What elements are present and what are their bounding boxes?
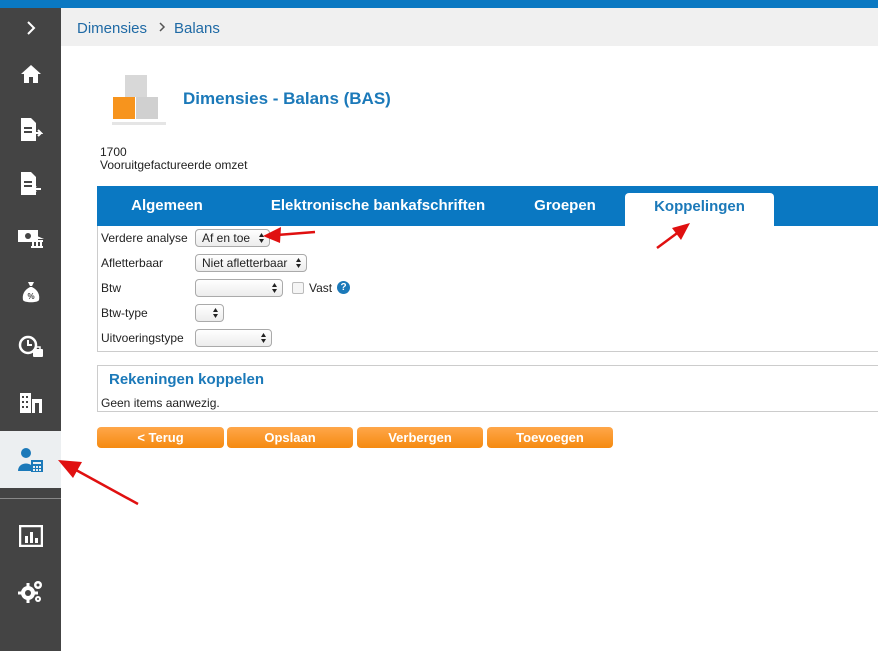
sidebar-item-time[interactable] (0, 321, 61, 373)
uitvoeringstype-select[interactable] (195, 329, 272, 347)
tab-bar: Algemeen Elektronische bankafschriften G… (97, 186, 878, 226)
sidebar-expand-button[interactable] (0, 8, 61, 48)
back-button[interactable]: < Terug (97, 427, 224, 448)
rekeningen-koppelen-title: Rekeningen koppelen (109, 371, 265, 388)
vast-checkbox[interactable] (292, 282, 304, 294)
page-title: Dimensies - Balans (BAS) (183, 89, 391, 108)
verdere-analyse-label: Verdere analyse (101, 231, 188, 245)
verdere-analyse-value: Af en toe (202, 231, 251, 245)
sidebar-item-bank[interactable] (0, 212, 61, 264)
sidebar-item-relations[interactable] (0, 377, 61, 429)
clock-briefcase-icon (18, 335, 43, 357)
empty-state-text: Geen items aanwezig. (101, 396, 220, 410)
btw-select[interactable] (195, 279, 283, 297)
breadcrumb-item-dimensies[interactable]: Dimensies (77, 20, 147, 37)
report-chart-icon (18, 525, 43, 547)
sidebar-item-sales[interactable] (0, 104, 61, 156)
select-arrows-icon (272, 283, 277, 293)
bank-money-icon (17, 230, 44, 248)
sidebar-item-taxes[interactable]: % (0, 266, 61, 318)
chevron-right-icon (26, 21, 35, 35)
account-name: Vooruitgefactureerde omzet (100, 158, 248, 172)
svg-text:%: % (27, 292, 34, 301)
btw-type-label: Btw-type (101, 306, 148, 320)
afletterbaar-label: Afletterbaar (101, 256, 164, 270)
select-arrows-icon (213, 308, 218, 318)
hide-button[interactable]: Verbergen (357, 427, 483, 448)
money-bag-icon: % (22, 282, 39, 303)
vast-label: Vast (309, 281, 333, 295)
sidebar-item-purchases[interactable] (0, 158, 61, 210)
sidebar: % (0, 8, 61, 651)
chevron-right-icon (159, 22, 166, 32)
annotation-arrow-icon (58, 460, 139, 506)
add-button[interactable]: Toevoegen (487, 427, 613, 448)
user-calculator-icon (17, 447, 43, 472)
annotation-arrow-icon (656, 223, 690, 250)
annotation-arrow-icon (263, 227, 316, 243)
dimensions-logo-icon (112, 75, 166, 125)
tab-groepen[interactable]: Groepen (517, 186, 613, 226)
help-icon[interactable]: ? (337, 281, 350, 294)
afletterbaar-select[interactable]: Niet afletterbaar (195, 254, 307, 272)
save-button[interactable]: Opslaan (227, 427, 353, 448)
sidebar-item-reports[interactable] (0, 510, 61, 562)
top-accent-bar (0, 0, 878, 8)
afletterbaar-value: Niet afletterbaar (202, 256, 288, 270)
tab-algemeen[interactable]: Algemeen (111, 186, 223, 226)
settings-gears-icon (17, 581, 42, 603)
tab-koppelingen[interactable]: Koppelingen (625, 193, 774, 226)
document-incoming-icon (20, 172, 41, 195)
sidebar-item-home[interactable] (0, 48, 61, 100)
account-code: 1700 (100, 145, 127, 159)
home-icon (20, 65, 41, 83)
breadcrumb-item-balans[interactable]: Balans (174, 20, 220, 37)
select-arrows-icon (261, 333, 266, 343)
breadcrumb: Dimensies Balans (61, 8, 878, 46)
btw-type-select[interactable] (195, 304, 224, 322)
btw-label: Btw (101, 281, 122, 295)
select-arrows-icon (296, 258, 301, 268)
uitvoeringstype-label: Uitvoeringstype (101, 331, 184, 345)
document-outgoing-icon (20, 118, 43, 141)
buildings-icon (19, 393, 42, 413)
sidebar-item-settings[interactable] (0, 566, 61, 618)
